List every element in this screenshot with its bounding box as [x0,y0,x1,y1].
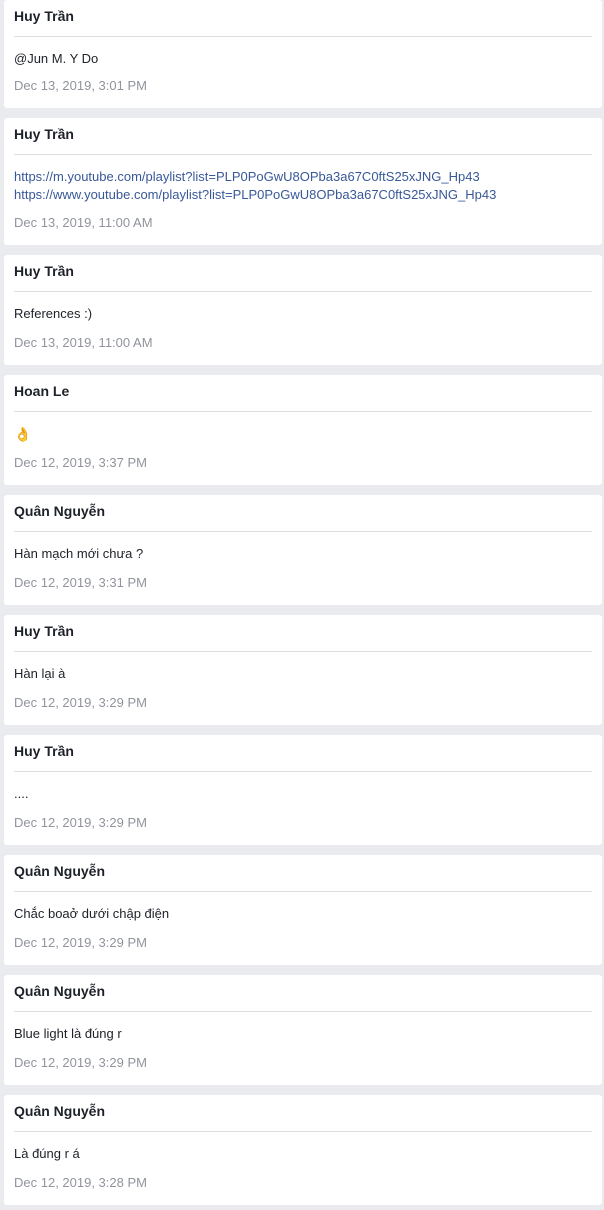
message-text: 👌 [14,425,31,444]
message-author[interactable]: Huy Trần [14,263,74,279]
message-author[interactable]: Huy Trần [14,8,74,24]
message-text: .... [14,786,29,801]
message-divider [14,771,592,772]
message-links: https://m.youtube.com/playlist?list=PLP0… [14,168,496,204]
message-timestamp: Dec 12, 2019, 3:29 PM [14,935,147,950]
message-text: Hàn lại à [14,666,66,681]
message-timestamp: Dec 12, 2019, 3:37 PM [14,455,147,470]
message-author[interactable]: Hoan Le [14,383,69,399]
message-divider [14,651,592,652]
message-card: Huy Trần @Jun M. Y Do Dec 13, 2019, 3:01… [4,0,602,108]
playlist-link-mobile[interactable]: https://m.youtube.com/playlist?list=PLP0… [14,168,496,186]
message-author[interactable]: Quân Nguyễn [14,983,105,999]
message-divider [14,1131,592,1132]
message-feed: Huy Trần @Jun M. Y Do Dec 13, 2019, 3:01… [0,0,604,1210]
message-card: Quân Nguyễn Là đúng r á Dec 12, 2019, 3:… [4,1095,602,1205]
message-author[interactable]: Quân Nguyễn [14,863,105,879]
message-text: Hàn mạch mới chưa ? [14,546,144,561]
message-text: @Jun M. Y Do [14,51,99,66]
message-timestamp: Dec 13, 2019, 11:00 AM [14,335,153,350]
message-timestamp: Dec 13, 2019, 3:01 PM [14,78,147,93]
ok-hand-emoji: 👌 [14,426,32,442]
message-text: References :) [14,306,93,321]
message-divider [14,154,592,155]
message-divider [14,1011,592,1012]
message-divider [14,36,592,37]
message-divider [14,291,592,292]
message-text: Blue light là đúng r [14,1026,122,1041]
message-timestamp: Dec 12, 2019, 3:29 PM [14,1055,147,1070]
message-author[interactable]: Quân Nguyễn [14,1103,105,1119]
message-author[interactable]: Huy Trần [14,743,74,759]
message-card: Quân Nguyễn Blue light là đúng r Dec 12,… [4,975,602,1085]
message-card: Huy Trần References :) Dec 13, 2019, 11:… [4,255,602,365]
message-author[interactable]: Huy Trần [14,623,74,639]
message-text: Chắc boaở dưới chập điện [14,906,170,921]
message-timestamp: Dec 13, 2019, 11:00 AM [14,215,153,230]
message-timestamp: Dec 12, 2019, 3:29 PM [14,815,147,830]
message-card: Quân Nguyễn Chắc boaở dưới chập điện Dec… [4,855,602,965]
message-author[interactable]: Quân Nguyễn [14,503,105,519]
message-timestamp: Dec 12, 2019, 3:31 PM [14,575,147,590]
message-divider [14,411,592,412]
message-text: Là đúng r á [14,1146,80,1161]
message-card: Hoan Le 👌 Dec 12, 2019, 3:37 PM [4,375,602,485]
message-author[interactable]: Huy Trần [14,126,74,142]
message-card: Huy Trần Hàn lại à Dec 12, 2019, 3:29 PM [4,615,602,725]
message-timestamp: Dec 12, 2019, 3:28 PM [14,1175,147,1190]
playlist-link-desktop[interactable]: https://www.youtube.com/playlist?list=PL… [14,186,496,204]
message-card: Quân Nguyễn Hàn mạch mới chưa ? Dec 12, … [4,495,602,605]
message-timestamp: Dec 12, 2019, 3:29 PM [14,695,147,710]
message-divider [14,531,592,532]
message-card: Huy Trần .... Dec 12, 2019, 3:29 PM [4,735,602,845]
message-card: Huy Trần https://m.youtube.com/playlist?… [4,118,602,245]
message-divider [14,891,592,892]
